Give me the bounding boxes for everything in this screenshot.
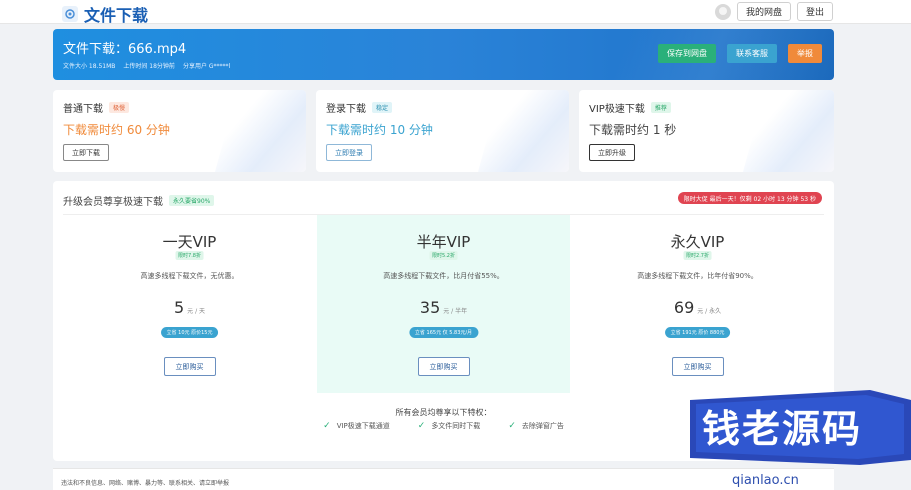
file-banner: 文件下载：666.mp4 文件大小 18.51MB 上传时间 18分钟前 分享用… — [53, 29, 834, 80]
option-login-download: 登录下载 稳定 下载需时约 10 分钟 立即登录 — [316, 90, 569, 172]
my-disk-button[interactable]: 我的网盘 — [736, 2, 791, 21]
plan-price: 69 元 / 永久 — [571, 298, 824, 317]
watermark: 钱老源码 qianlao.cn — [690, 390, 911, 490]
cloud-icon — [62, 6, 78, 22]
site-title: 文件下载 — [84, 6, 149, 25]
buy-now-button[interactable]: 立即购买 — [163, 357, 216, 376]
logout-button[interactable]: 登出 — [796, 2, 833, 21]
top-bar: 文件下载 我的网盘 登出 — [0, 0, 911, 26]
site-logo[interactable]: 文件下载 — [62, 2, 148, 26]
plan-name: 一天VIP — [162, 233, 217, 251]
watermark-text: 钱老源码 — [702, 407, 863, 451]
vip-title: 升级会员尊享极速下载 — [63, 197, 163, 208]
option-tag: 推荐 — [650, 102, 671, 113]
plan-discount-badge: 限时7.8折 — [175, 251, 204, 260]
login-now-button[interactable]: 立即登录 — [326, 144, 372, 161]
save-to-disk-button[interactable]: 保存到网盘 — [658, 44, 716, 63]
plan-discount-badge: 限时5.2折 — [429, 251, 458, 260]
plan-discount-badge: 限时2.7折 — [683, 251, 712, 260]
upgrade-now-button[interactable]: 立即升级 — [589, 144, 635, 161]
check-icon: ✓ — [508, 421, 516, 431]
report-button[interactable]: 举报 — [788, 44, 822, 63]
option-normal-download: 普通下载 极慢 下载需时约 60 分钟 立即下载 — [53, 90, 306, 172]
file-title: 文件下载：666.mp4 — [63, 42, 187, 57]
contact-support-button[interactable]: 联系客服 — [727, 44, 777, 63]
price-value: 69 — [673, 298, 695, 317]
watermark-url: qianlao.cn — [732, 473, 799, 488]
plan-save-badge: 立省 191元 原价 880元 — [664, 327, 731, 338]
option-time: 下载需时约 60 分钟 — [63, 123, 170, 137]
plan-card-halfyear: 半年VIP 限时5.2折 高速多线程下载文件，比月付省55%。 35 元 / 半年… — [317, 215, 570, 393]
option-title: 普通下载 — [63, 104, 103, 115]
vip-tag: 永久要省90% — [169, 195, 215, 206]
price-unit: 元 / 天 — [187, 308, 206, 315]
option-vip-download: VIP极速下载 推荐 下载需时约 1 秒 立即升级 — [579, 90, 834, 172]
plan-price: 5元 / 天 — [63, 298, 316, 317]
footer-notice: 违法和不良信息、网络、赌博、暴力等、联系相关、请立即举报 — [61, 480, 230, 487]
option-title: 登录下载 — [326, 104, 366, 115]
plan-card-forever: 永久VIP 限时2.7折 高速多线程下载文件，比年付省90%。 69 元 / 永久… — [571, 215, 824, 393]
perk-item: ✓ 去除弹窗广告 — [508, 421, 564, 431]
file-meta: 文件大小 18.51MB 上传时间 18分钟前 分享用户 G*****l — [63, 61, 230, 70]
option-title: VIP极速下载 — [589, 104, 645, 115]
option-tag: 极慢 — [109, 102, 130, 113]
perk-label: VIP极速下载通道 — [336, 422, 390, 430]
price-value: 35 — [419, 298, 441, 317]
option-time: 下载需时约 1 秒 — [589, 123, 677, 137]
perk-item: ✓ VIP极速下载通道 — [323, 421, 390, 431]
countdown-badge: 限时大促 最后一天！仅剩 02 小时 13 分钟 53 秒 — [677, 192, 822, 204]
option-tag: 稳定 — [372, 102, 393, 113]
check-icon: ✓ — [417, 421, 426, 431]
file-uploaded: 上传时间 18分钟前 — [123, 63, 175, 70]
avatar[interactable] — [714, 3, 731, 20]
plan-name: 永久VIP — [670, 233, 725, 251]
price-unit: 元 / 永久 — [697, 308, 722, 315]
plan-save-badge: 立省 10元 原价15元 — [160, 327, 219, 338]
price-value: 5 — [173, 298, 185, 317]
check-icon: ✓ — [323, 421, 331, 431]
plan-name: 半年VIP — [416, 233, 471, 251]
price-unit: 元 / 半年 — [443, 308, 468, 315]
plan-save-badge: 立省 165元 仅 5.83元/月 — [408, 327, 479, 338]
download-now-button[interactable]: 立即下载 — [63, 144, 109, 161]
perk-label: 去除弹窗广告 — [521, 422, 564, 430]
plan-card-day: 一天VIP 限时7.8折 高速多线程下载文件，无优惠。 5元 / 天 立省 10… — [63, 215, 316, 393]
vip-plans: 一天VIP 限时7.8折 高速多线程下载文件，无优惠。 5元 / 天 立省 10… — [63, 214, 824, 393]
file-sharer: 分享用户 G*****l — [182, 63, 231, 70]
plan-description: 高速多线程下载文件，比年付省90%。 — [637, 272, 758, 280]
option-time: 下载需时约 10 分钟 — [326, 123, 433, 137]
plan-description: 高速多线程下载文件，无优惠。 — [140, 272, 239, 280]
plan-price: 35 元 / 半年 — [317, 298, 570, 317]
plan-description: 高速多线程下载文件，比月付省55%。 — [383, 272, 504, 280]
file-size: 文件大小 18.51MB — [63, 63, 116, 70]
perk-label: 多文件同时下载 — [431, 422, 481, 430]
buy-now-button[interactable]: 立即购买 — [417, 357, 470, 376]
buy-now-button[interactable]: 立即购买 — [671, 357, 724, 376]
perk-item: ✓ 多文件同时下载 — [418, 421, 481, 431]
